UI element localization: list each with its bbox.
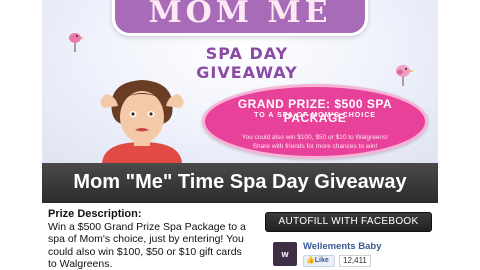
grand-prize-subtitle: TO A SPA OF MOM'S CHOICE (254, 112, 376, 119)
page-title-bar: Mom "Me" Time Spa Day Giveaway (42, 163, 438, 203)
banner-title: MOM ME TIME (148, 0, 332, 33)
autofill-facebook-button[interactable]: AUTOFILL WITH FACEBOOK (265, 212, 432, 232)
badge-secondary-prizes: You could also win $100, $50 or $10 to W… (241, 134, 389, 141)
facebook-page-box: w Wellements Baby 👍Like 12,411 (265, 240, 432, 270)
giveaway-page: MOM ME TIME SPA DAY GIVEAWAY (42, 0, 438, 270)
prize-heading: Prize Description: (48, 208, 142, 220)
page-name-link[interactable]: Wellements Baby (303, 241, 382, 252)
hero-banner: MOM ME TIME SPA DAY GIVEAWAY (42, 0, 438, 163)
badge-share-note: Share with friends for more chances to w… (252, 143, 378, 150)
like-button[interactable]: 👍Like (303, 255, 335, 267)
grand-prize-title: GRAND PRIZE: $500 SPA PACKAGE (237, 97, 393, 125)
bird-left-icon (69, 33, 84, 52)
like-count: 12,411 (339, 255, 371, 267)
bird-right-icon (396, 65, 414, 86)
title-plaque: MOM ME TIME (112, 0, 368, 36)
thumbs-up-icon: 👍 (306, 257, 315, 264)
page-avatar[interactable]: w (273, 242, 297, 266)
prize-description: Prize Description: Win a $500 Grand Priz… (48, 208, 248, 270)
grand-prize-badge: GRAND PRIZE: $500 SPA PACKAGE TO A SPA O… (202, 84, 428, 159)
prize-body: Win a $500 Grand Prize Spa Package to a … (48, 220, 246, 270)
woman-illustration (100, 80, 184, 163)
page-title: Mom "Me" Time Spa Day Giveaway (73, 171, 407, 193)
like-label: Like (314, 257, 329, 264)
